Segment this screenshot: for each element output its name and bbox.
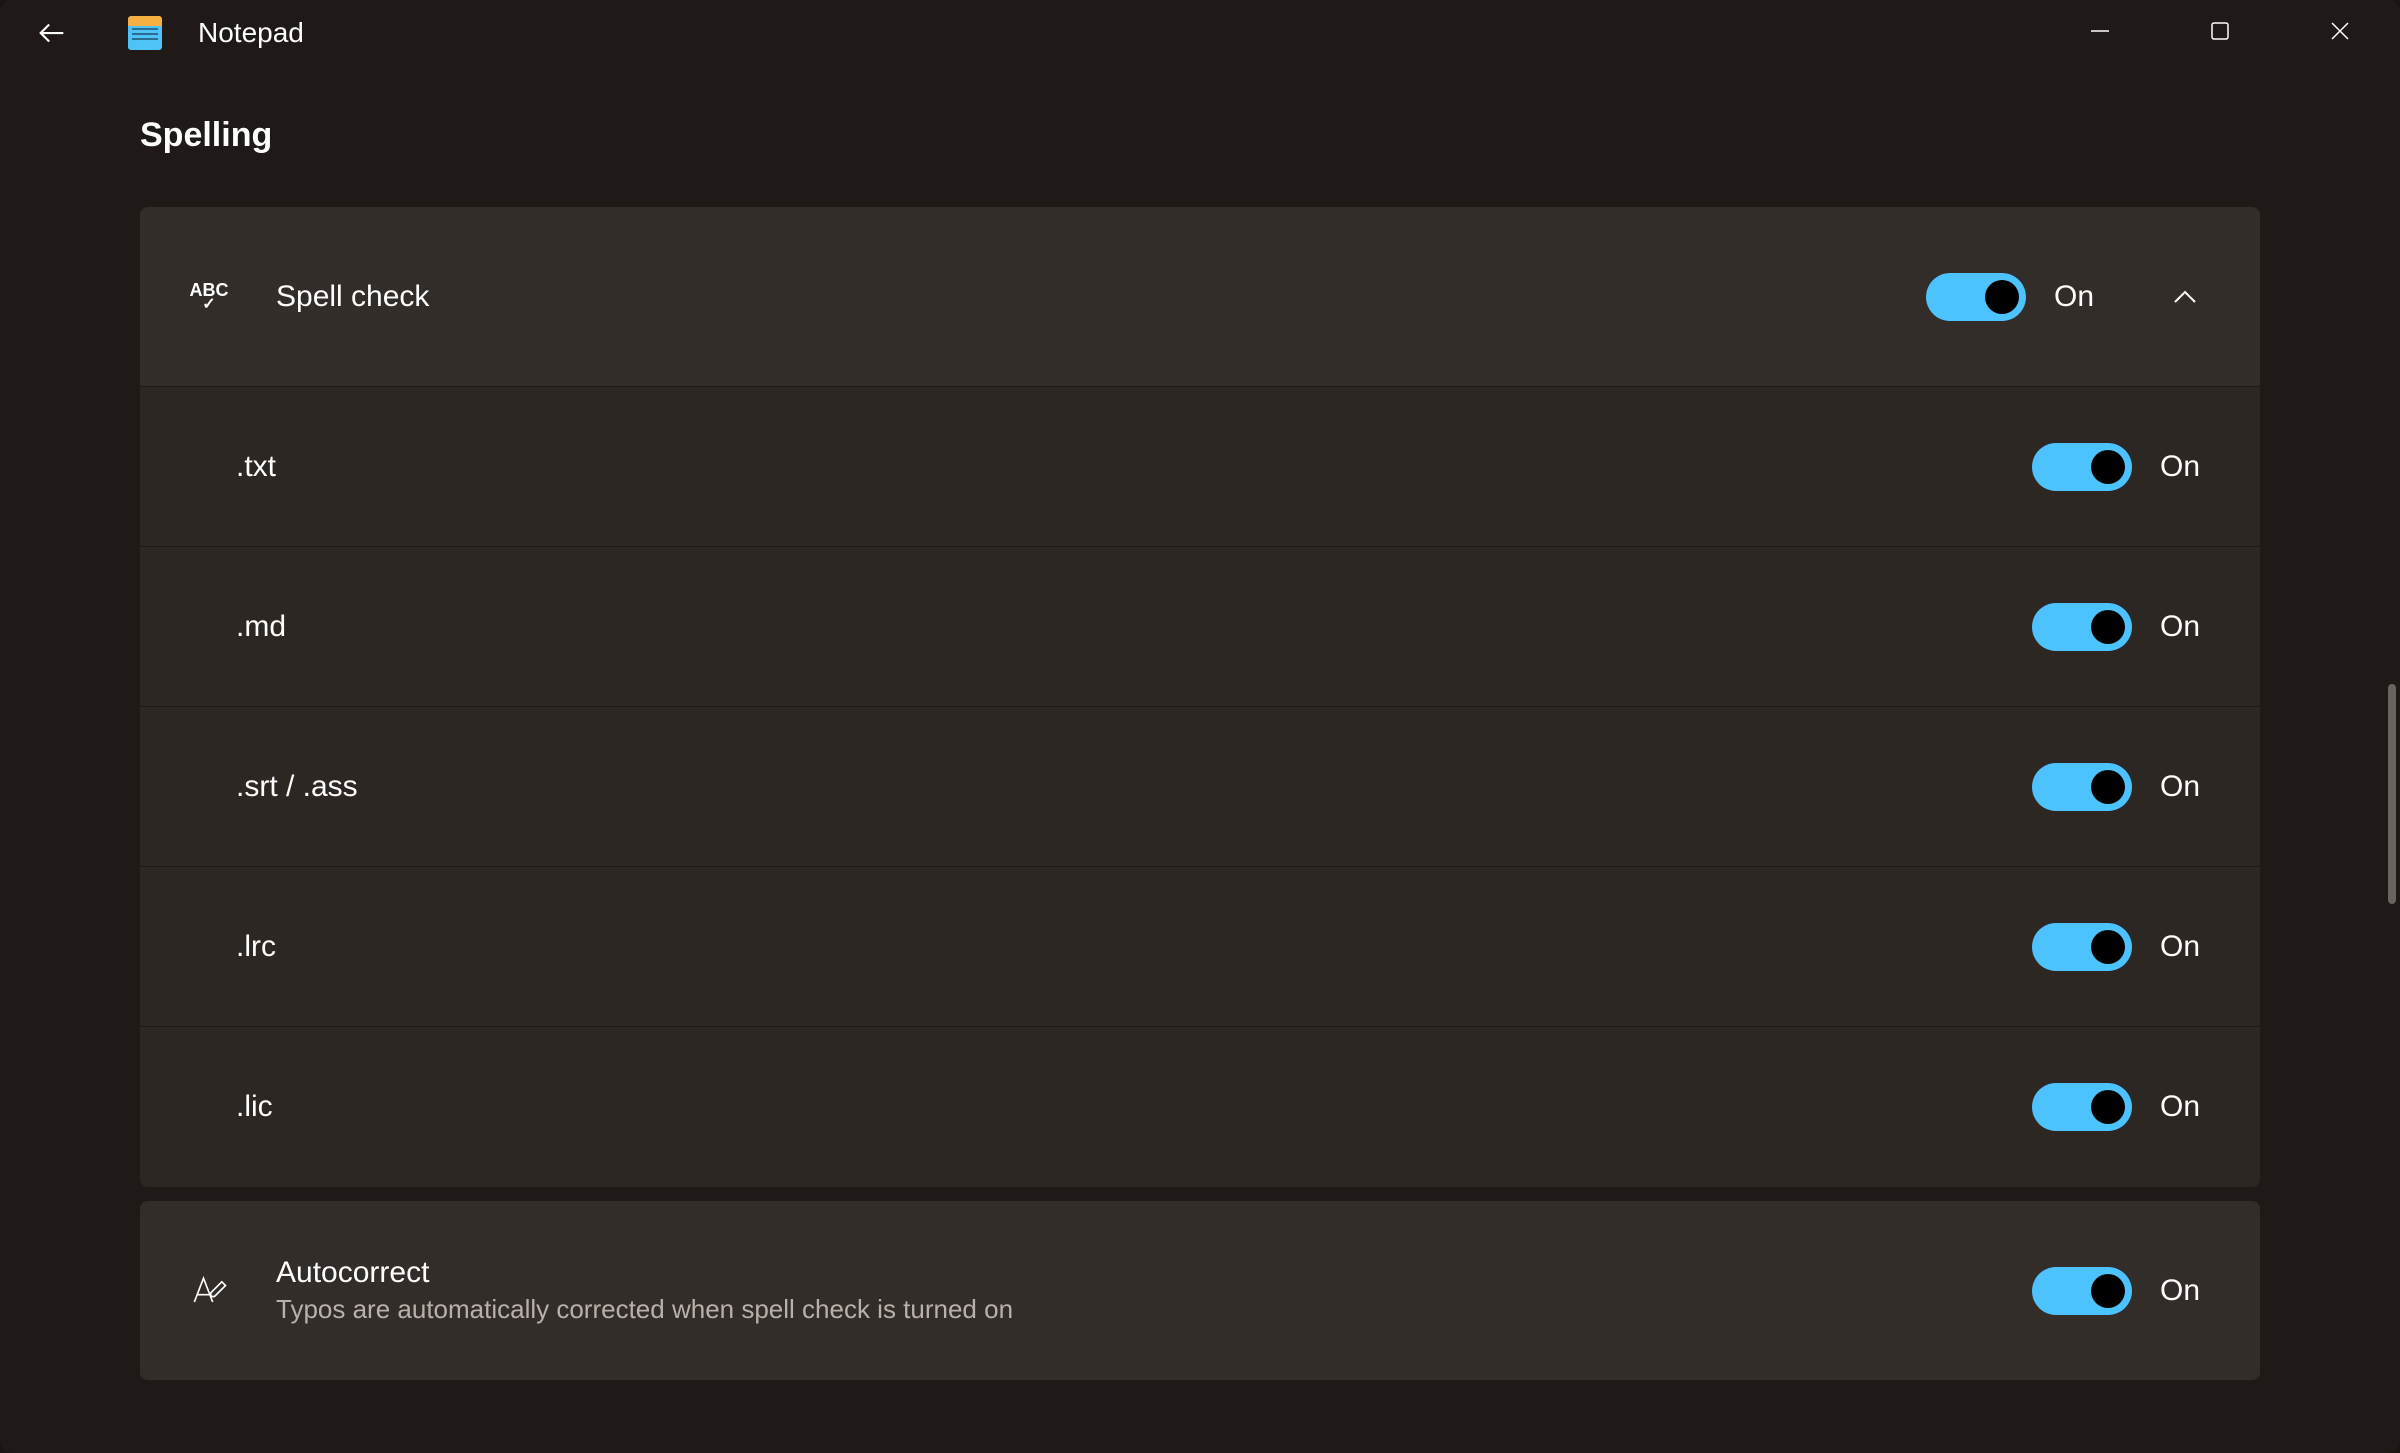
- filetype-toggle-lrc[interactable]: [2032, 923, 2132, 971]
- window: Notepad Spelling: [0, 0, 2400, 1453]
- filetype-label: .md: [236, 610, 2032, 644]
- spell-check-controls: On: [1926, 272, 2210, 322]
- close-icon: [2329, 20, 2351, 42]
- autocorrect-icon: [184, 1266, 234, 1316]
- close-button[interactable]: [2280, 0, 2400, 62]
- filetype-toggle-md[interactable]: [2032, 603, 2132, 651]
- filetype-row-lrc: .lrc On: [140, 867, 2260, 1027]
- spell-check-toggle[interactable]: [1926, 273, 2026, 321]
- maximize-button[interactable]: [2160, 0, 2280, 62]
- filetype-row-md: .md On: [140, 547, 2260, 707]
- titlebar: Notepad: [0, 0, 2400, 66]
- filetype-state: On: [2160, 770, 2210, 804]
- spell-check-expand[interactable]: [2160, 272, 2210, 322]
- autocorrect-state: On: [2160, 1274, 2210, 1308]
- filetype-label: .lrc: [236, 930, 2032, 964]
- autocorrect-label: Autocorrect: [276, 1256, 2032, 1290]
- minimize-icon: [2089, 20, 2111, 42]
- autocorrect-toggle[interactable]: [2032, 1267, 2132, 1315]
- window-controls: [2040, 0, 2400, 62]
- filetype-label: .txt: [236, 450, 2032, 484]
- back-arrow-icon: [35, 16, 69, 50]
- scrollbar[interactable]: [2388, 684, 2396, 904]
- filetype-state: On: [2160, 930, 2210, 964]
- autocorrect-description: Typos are automatically corrected when s…: [276, 1294, 2032, 1325]
- spell-check-group: ABC✓ Spell check On .txt: [140, 207, 2260, 1187]
- filetype-toggle-srt-ass[interactable]: [2032, 763, 2132, 811]
- chevron-up-icon: [2173, 290, 2197, 304]
- abc-check-icon: ABC✓: [184, 272, 234, 322]
- back-button[interactable]: [28, 9, 76, 57]
- spell-check-state: On: [2054, 280, 2104, 314]
- spell-check-text: Spell check: [276, 280, 1926, 314]
- notepad-app-icon: [128, 16, 162, 50]
- filetype-row-srt-ass: .srt / .ass On: [140, 707, 2260, 867]
- filetype-label: .srt / .ass: [236, 770, 2032, 804]
- filetype-toggle-txt[interactable]: [2032, 443, 2132, 491]
- spell-check-row[interactable]: ABC✓ Spell check On: [140, 207, 2260, 387]
- filetype-label: .lic: [236, 1090, 2032, 1124]
- spell-check-label: Spell check: [276, 280, 1926, 314]
- autocorrect-text: Autocorrect Typos are automatically corr…: [276, 1256, 2032, 1325]
- filetype-row-lic: .lic On: [140, 1027, 2260, 1187]
- filetype-state: On: [2160, 1090, 2210, 1124]
- app-title: Notepad: [198, 17, 304, 49]
- content-area: Spelling ABC✓ Spell check On: [0, 66, 2400, 1381]
- autocorrect-row: Autocorrect Typos are automatically corr…: [140, 1201, 2260, 1381]
- filetype-state: On: [2160, 450, 2210, 484]
- section-title: Spelling: [140, 116, 2260, 155]
- filetype-toggle-lic[interactable]: [2032, 1083, 2132, 1131]
- minimize-button[interactable]: [2040, 0, 2160, 62]
- filetype-row-txt: .txt On: [140, 387, 2260, 547]
- filetype-state: On: [2160, 610, 2210, 644]
- maximize-icon: [2210, 21, 2230, 41]
